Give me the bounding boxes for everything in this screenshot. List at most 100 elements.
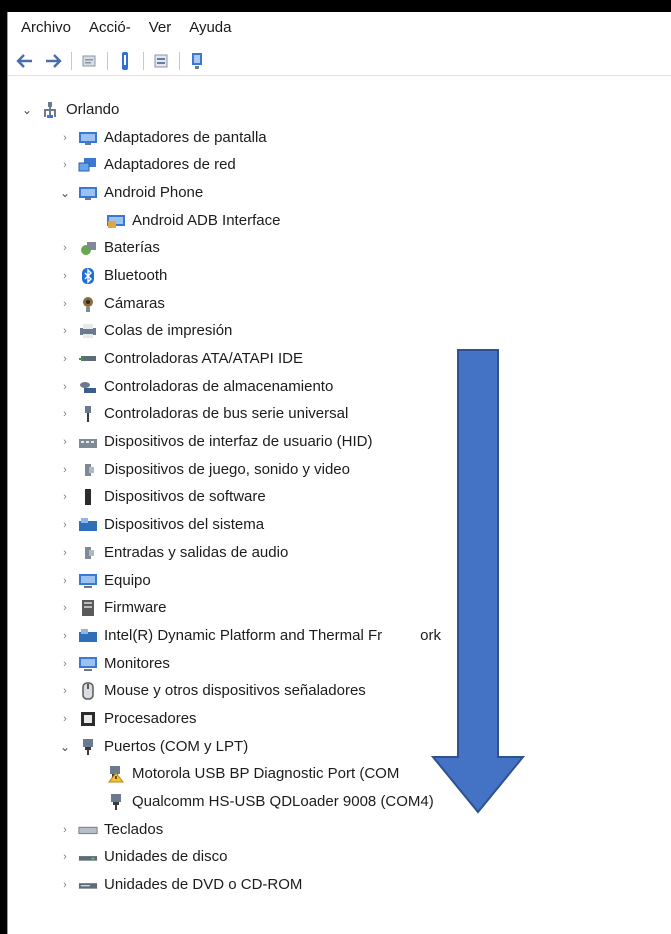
network-adapter-icon [78, 156, 98, 174]
toolbar-separator [107, 51, 108, 70]
tree-category-item[interactable]: › Cámaras [8, 290, 671, 318]
tree-category-item[interactable]: › Procesadores [8, 705, 671, 733]
chevron-right-icon[interactable]: › [58, 630, 72, 642]
tree-category-item[interactable]: ⌄ Puertos (COM y LPT) [8, 733, 671, 761]
chevron-right-icon[interactable]: › [58, 298, 72, 310]
tree-item-label: Intel(R) Dynamic Platform and Thermal Fr [104, 626, 383, 644]
tree-item-label: Dispositivos de software [104, 488, 266, 506]
tree-category-item[interactable]: › Adaptadores de pantalla [8, 124, 671, 152]
ide-controller-icon [78, 350, 98, 368]
chevron-right-icon[interactable]: › [58, 879, 72, 891]
menu-ayuda[interactable]: Ayuda [176, 19, 231, 36]
tree-item-label-tail: ork [420, 626, 441, 644]
chevron-right-icon[interactable]: › [58, 464, 72, 476]
tree-category-item[interactable]: › Colas de impresión [8, 318, 671, 346]
chevron-right-icon[interactable]: › [58, 353, 72, 365]
chevron-right-icon[interactable]: › [58, 270, 72, 282]
chevron-right-icon[interactable]: › [58, 491, 72, 503]
system-device-icon [78, 516, 98, 534]
tree-item-label: Controladoras de bus serie universal [104, 405, 349, 423]
tree-category-item[interactable]: › Bluetooth [8, 262, 671, 290]
forward-icon[interactable] [42, 50, 64, 72]
device-tree: ⌄ Orlando › Adaptadores de pantalla › Adapt… [8, 96, 671, 926]
tree-category-item[interactable]: ⌄ Android Phone [8, 179, 671, 207]
tree-item-label: Dispositivos de juego, sonido y video [104, 460, 350, 478]
tree-item-label: Colas de impresión [104, 322, 233, 340]
tree-item-label: Cámaras [104, 294, 165, 312]
tree-category-item[interactable]: › Adaptadores de red [8, 151, 671, 179]
firmware-icon [78, 599, 98, 617]
tree-category-item[interactable]: › Teclados [8, 816, 671, 844]
menu-accion[interactable]: Acció- [76, 19, 131, 36]
tree-child-item[interactable]: Qualcomm HS-USB QDLoader 9008 (COM4) [8, 788, 671, 816]
usb-controller-icon [78, 405, 98, 423]
tree-category-item[interactable]: › Controladoras de bus serie universal [8, 401, 671, 429]
chevron-right-icon[interactable]: › [58, 851, 72, 863]
tree-item-label: Monitores [104, 654, 170, 672]
tree-category-item[interactable]: › Mouse y otros dispositivos señaladores [8, 677, 671, 705]
chevron-down-icon[interactable]: ⌄ [58, 740, 72, 754]
tree-category-item[interactable]: › Entradas y salidas de audio [8, 539, 671, 567]
tree-category-item[interactable]: › Intel(R) Dynamic Platform and Thermal F… [8, 622, 671, 650]
tree-category-item[interactable]: › Dispositivos de interfaz de usuario (HI… [8, 428, 671, 456]
menu-archivo[interactable]: Archivo [8, 19, 71, 36]
audio-io-icon [78, 544, 98, 562]
chevron-right-icon[interactable]: › [58, 547, 72, 559]
print-queue-icon [78, 322, 98, 340]
tree-child-item[interactable]: Android ADB Interface [8, 207, 671, 235]
monitor-device-icon [78, 655, 98, 673]
tree-item-label: Firmware [104, 599, 167, 617]
chevron-right-icon[interactable]: › [58, 242, 72, 254]
menu-ver[interactable]: Ver [136, 19, 172, 36]
tree-item-label: Teclados [104, 820, 164, 838]
help-icon[interactable] [114, 50, 136, 72]
chevron-right-icon[interactable]: › [58, 381, 72, 393]
tree-item-label: Dispositivos de interfaz de usuario (HID… [104, 433, 373, 451]
port-icon [78, 738, 98, 756]
tree-item-label: Dispositivos del sistema [104, 516, 265, 534]
tree-category-item[interactable]: › Unidades de DVD o CD-ROM [8, 871, 671, 899]
monitor-icon[interactable] [186, 50, 208, 72]
tree-item-label: Unidades de disco [104, 848, 228, 866]
tree-category-item[interactable]: › Dispositivos de software [8, 484, 671, 512]
tree-category-item[interactable]: › Unidades de disco [8, 844, 671, 872]
tree-category-item[interactable]: › Equipo [8, 567, 671, 595]
tree-item-label: Bluetooth [104, 266, 168, 284]
port-icon [106, 793, 126, 811]
chevron-right-icon[interactable]: › [58, 824, 72, 836]
bluetooth-icon [78, 267, 98, 285]
tree-category-item[interactable]: › Firmware [8, 594, 671, 622]
chevron-right-icon[interactable]: › [58, 159, 72, 171]
tree-category-item[interactable]: › Baterías [8, 234, 671, 262]
chevron-right-icon[interactable]: › [58, 436, 72, 448]
tree-category-item[interactable]: › Monitores [8, 650, 671, 678]
tree-category-item[interactable]: › Dispositivos del sistema [8, 511, 671, 539]
tree-item-label: Adaptadores de red [104, 156, 236, 174]
chevron-right-icon[interactable]: › [58, 713, 72, 725]
chevron-right-icon[interactable]: › [58, 132, 72, 144]
camera-icon [78, 295, 98, 313]
chevron-right-icon[interactable]: › [58, 602, 72, 614]
chevron-down-icon[interactable]: ⌄ [58, 186, 72, 200]
update-driver-icon[interactable] [150, 50, 172, 72]
chevron-right-icon[interactable]: › [58, 325, 72, 337]
chevron-right-icon[interactable]: › [58, 658, 72, 670]
back-icon[interactable] [14, 50, 36, 72]
chevron-down-icon[interactable]: ⌄ [20, 103, 34, 117]
tree-item-label: Equipo [104, 571, 151, 589]
chevron-right-icon[interactable]: › [58, 519, 72, 531]
android-phone-icon [78, 184, 98, 202]
chevron-right-icon[interactable]: › [58, 685, 72, 697]
properties-icon[interactable] [78, 50, 100, 72]
tree-child-item[interactable]: Motorola USB BP Diagnostic Port (COM [8, 761, 671, 789]
toolbar [8, 46, 671, 76]
chevron-right-icon[interactable]: › [58, 575, 72, 587]
display-adapter-icon [78, 129, 98, 147]
tree-category-item[interactable]: › Controladoras de almacenamiento [8, 373, 671, 401]
tree-category-item[interactable]: › Dispositivos de juego, sonido y video [8, 456, 671, 484]
toolbar-separator [179, 51, 180, 70]
chevron-right-icon[interactable]: › [58, 408, 72, 420]
tree-category-item[interactable]: › Controladoras ATA/ATAPI IDE [8, 345, 671, 373]
menu-bar: Archivo Acció- Ver Ayuda [8, 12, 671, 42]
tree-root[interactable]: ⌄ Orlando [8, 96, 671, 124]
